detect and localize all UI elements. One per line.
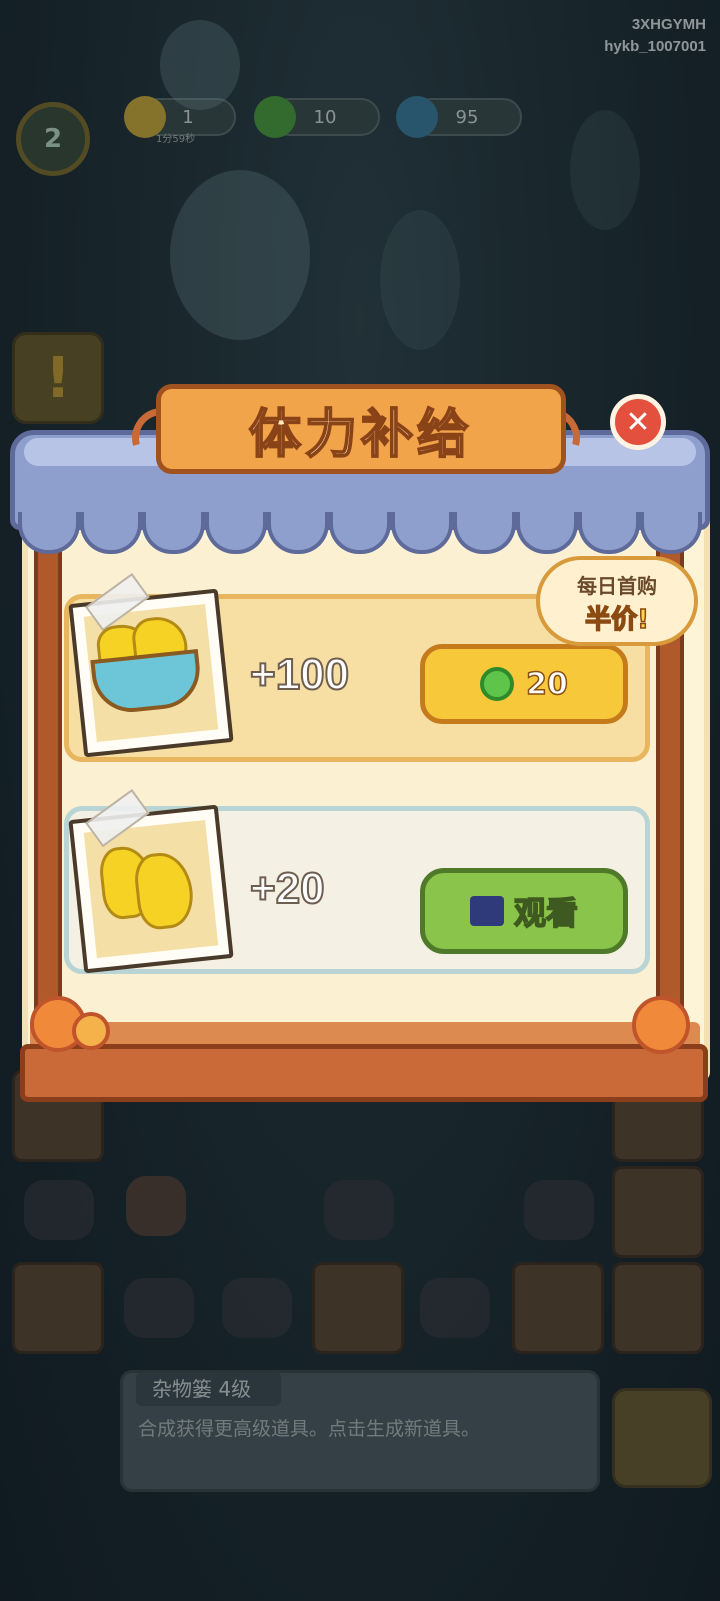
badge-line2: 半价! [584, 604, 649, 636]
offer-price: 20 [525, 666, 568, 703]
shop-title: 体力补给 [248, 404, 473, 466]
daily-half-price-badge: 每日首购 半价! [536, 556, 698, 646]
offer-amount: +20 [249, 863, 326, 914]
green-gem-icon [480, 667, 515, 701]
awning-scallops [18, 512, 703, 558]
energy-bolts-photo [68, 788, 234, 974]
close-button[interactable]: ✕ [610, 394, 666, 450]
watch-label: 观看 [513, 893, 579, 933]
orange-slice-icon [72, 1012, 110, 1050]
shop-title-sign: 体力补给 [156, 384, 566, 474]
watch-ad-button[interactable]: 观看 [420, 868, 628, 954]
close-icon: ✕ [625, 404, 651, 440]
offer-amount: +100 [249, 649, 350, 700]
badge-line1: 每日首购 [577, 574, 657, 598]
video-clapper-icon [469, 896, 504, 926]
buy-with-gems-button[interactable]: 20 [420, 644, 628, 724]
energy-bowl-photo [68, 572, 234, 758]
shop-post-left [34, 502, 62, 1052]
orange-slice-icon [632, 996, 690, 1054]
shop-counter [20, 1044, 708, 1102]
